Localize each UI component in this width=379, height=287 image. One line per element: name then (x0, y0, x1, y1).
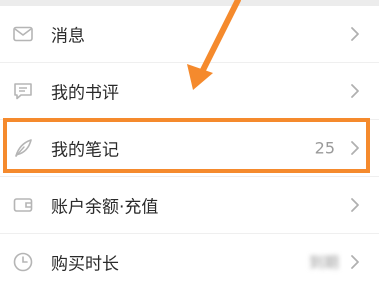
profile-menu: 消息 我的书评 我的笔记 25 账户余额·充值 购买时长 到期 (0, 6, 379, 287)
chevron-right-icon (349, 254, 361, 270)
chevron-right-icon (349, 26, 361, 42)
mail-icon (12, 23, 34, 45)
menu-item-notes[interactable]: 我的笔记 25 (0, 120, 379, 177)
menu-item-messages[interactable]: 消息 (0, 6, 379, 63)
menu-item-balance[interactable]: 账户余额·充值 (0, 177, 379, 234)
menu-item-label: 消息 (51, 26, 85, 47)
settings-screen: 消息 我的书评 我的笔记 25 账户余额·充值 购买时长 到期 (0, 0, 379, 287)
feather-pen-icon (12, 137, 34, 159)
menu-item-label: 购买时长 (51, 254, 119, 275)
menu-item-reviews[interactable]: 我的书评 (0, 63, 379, 120)
wallet-icon (12, 194, 34, 216)
chevron-right-icon (349, 140, 361, 156)
clock-icon (12, 251, 34, 273)
menu-item-label: 我的书评 (51, 83, 119, 104)
chevron-right-icon (349, 83, 361, 99)
notes-count: 25 (314, 138, 335, 158)
chevron-right-icon (349, 197, 361, 213)
menu-item-label: 账户余额·充值 (51, 197, 159, 218)
comment-icon (12, 80, 34, 102)
menu-item-purchase-duration[interactable]: 购买时长 到期 (0, 234, 379, 287)
expiry-text-blurred: 到期 (308, 253, 339, 272)
menu-item-label: 我的笔记 (51, 140, 119, 161)
